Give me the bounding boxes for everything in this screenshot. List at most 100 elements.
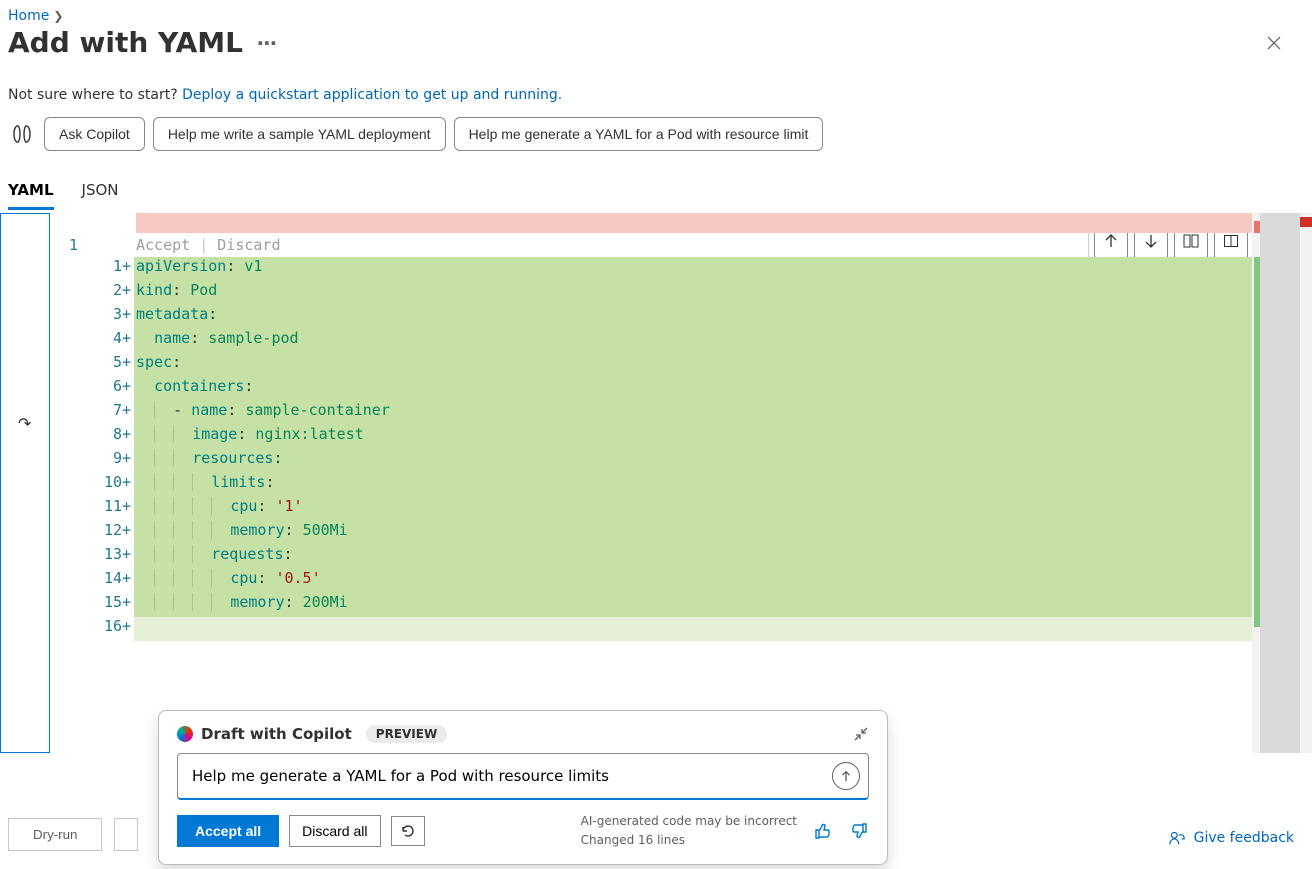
more-button[interactable]: ⋯ <box>257 31 279 55</box>
ask-copilot-button[interactable]: Ask Copilot <box>44 117 145 151</box>
line-number: 8 <box>86 425 122 449</box>
copilot-panel-title: Draft with Copilot <box>201 725 352 743</box>
code-line[interactable]: 14+ cpu: '0.5' <box>50 569 1312 593</box>
diff-plus-marker: + <box>122 593 134 617</box>
diff-plus-marker: + <box>122 257 134 281</box>
diff-plus-marker: + <box>122 569 134 593</box>
tab-json[interactable]: JSON <box>82 181 119 210</box>
help-text: Not sure where to start? Deploy a quicks… <box>0 59 1312 113</box>
inline-discard[interactable]: Discard <box>217 236 280 254</box>
code-content: kind: Pod <box>134 281 1312 305</box>
diff-plus-marker: + <box>122 545 134 569</box>
send-button[interactable] <box>832 762 860 790</box>
suggestion-pill-2[interactable]: Help me generate a YAML for a Pod with r… <box>454 117 824 151</box>
line-number: 9 <box>86 449 122 473</box>
tab-yaml[interactable]: YAML <box>8 181 54 210</box>
code-line[interactable]: 12+ memory: 500Mi <box>50 521 1312 545</box>
diff-plus-marker: + <box>122 473 134 497</box>
code-content: apiVersion: v1 <box>134 257 1312 281</box>
diff-plus-marker: + <box>122 305 134 329</box>
retry-button[interactable] <box>391 816 425 846</box>
line-number: 12 <box>86 521 122 545</box>
thumbs-up-icon <box>813 821 833 841</box>
diff-plus-marker: + <box>122 281 134 305</box>
secondary-bottom-button[interactable] <box>114 818 138 851</box>
quickstart-link[interactable]: Deploy a quickstart application to get u… <box>182 87 562 103</box>
code-line[interactable]: 9+ resources: <box>50 449 1312 473</box>
copilot-icon <box>8 120 36 148</box>
line-number: 2 <box>86 281 122 305</box>
diff-removed-band <box>136 213 1312 233</box>
accept-all-button[interactable]: Accept all <box>177 815 279 847</box>
code-line[interactable]: 16+ <box>50 617 1312 641</box>
code-line[interactable]: 2+kind: Pod <box>50 281 1312 305</box>
line-number: 14 <box>86 569 122 593</box>
code-line[interactable]: 15+ memory: 200Mi <box>50 593 1312 617</box>
code-line[interactable]: 13+ requests: <box>50 545 1312 569</box>
line-number: 5 <box>86 353 122 377</box>
code-content: image: nginx:latest <box>134 425 1312 449</box>
close-button[interactable] <box>1260 29 1288 57</box>
revert-icon[interactable]: ↶ <box>18 414 31 433</box>
chevron-right-icon: ❯ <box>53 9 63 23</box>
thumbs-up-button[interactable] <box>813 821 833 841</box>
minimize-icon <box>853 726 869 742</box>
code-content: limits: <box>134 473 1312 497</box>
line-number: 7 <box>86 401 122 425</box>
line-number: 1 <box>86 257 122 281</box>
breadcrumb-home[interactable]: Home <box>8 8 49 24</box>
code-editor[interactable]: 1 Accept | Discard 1+apiVersion: v12+kin… <box>50 213 1312 753</box>
code-content: spec: <box>134 353 1312 377</box>
code-content: name: sample-pod <box>134 329 1312 353</box>
diff-plus-marker: + <box>122 401 134 425</box>
editor-left-gutter: ↶ <box>0 213 50 753</box>
code-line[interactable]: 1+apiVersion: v1 <box>50 257 1312 281</box>
thumbs-down-button[interactable] <box>849 821 869 841</box>
line-number: 11 <box>86 497 122 521</box>
suggestion-pill-1[interactable]: Help me write a sample YAML deployment <box>153 117 446 151</box>
diff-plus-marker: + <box>122 377 134 401</box>
code-content: cpu: '0.5' <box>134 569 1312 593</box>
minimize-button[interactable] <box>853 726 869 742</box>
code-content: memory: 500Mi <box>134 521 1312 545</box>
dry-run-button[interactable]: Dry-run <box>8 818 102 851</box>
code-content: - name: sample-container <box>134 401 1312 425</box>
code-content: memory: 200Mi <box>134 593 1312 617</box>
code-content: metadata: <box>134 305 1312 329</box>
code-line[interactable]: 4+ name: sample-pod <box>50 329 1312 353</box>
code-line[interactable]: 8+ image: nginx:latest <box>50 425 1312 449</box>
arrow-up-icon <box>839 769 853 783</box>
code-content: resources: <box>134 449 1312 473</box>
copilot-input[interactable] <box>177 753 869 800</box>
diff-plus-marker: + <box>122 425 134 449</box>
line-number: 10 <box>86 473 122 497</box>
refresh-icon <box>400 823 416 839</box>
line-number: 3 <box>86 305 122 329</box>
code-content: containers: <box>134 377 1312 401</box>
code-line[interactable]: 7+ - name: sample-container <box>50 401 1312 425</box>
code-line[interactable]: 10+ limits: <box>50 473 1312 497</box>
discard-all-button[interactable]: Discard all <box>289 815 380 847</box>
feedback-icon <box>1168 829 1186 847</box>
give-feedback-link[interactable]: Give feedback <box>1168 829 1294 847</box>
line-number: 6 <box>86 377 122 401</box>
line-number: 4 <box>86 329 122 353</box>
breadcrumb: Home ❯ <box>0 0 1312 26</box>
diff-plus-marker: + <box>122 497 134 521</box>
line-number: 15 <box>86 593 122 617</box>
code-line[interactable]: 3+metadata: <box>50 305 1312 329</box>
copilot-logo-icon <box>177 726 193 742</box>
code-content <box>134 617 1312 641</box>
line-number: 13 <box>86 545 122 569</box>
copilot-text-field[interactable] <box>190 766 832 786</box>
line-number: 16 <box>86 617 122 641</box>
preview-badge: PREVIEW <box>366 725 447 743</box>
code-content: requests: <box>134 545 1312 569</box>
diff-plus-marker: + <box>122 617 134 641</box>
diff-plus-marker: + <box>122 449 134 473</box>
code-line[interactable]: 5+spec: <box>50 353 1312 377</box>
code-line[interactable]: 11+ cpu: '1' <box>50 497 1312 521</box>
code-line[interactable]: 6+ containers: <box>50 377 1312 401</box>
copilot-panel: Draft with Copilot PREVIEW Accept all Di… <box>158 710 888 865</box>
inline-accept[interactable]: Accept <box>136 236 190 254</box>
